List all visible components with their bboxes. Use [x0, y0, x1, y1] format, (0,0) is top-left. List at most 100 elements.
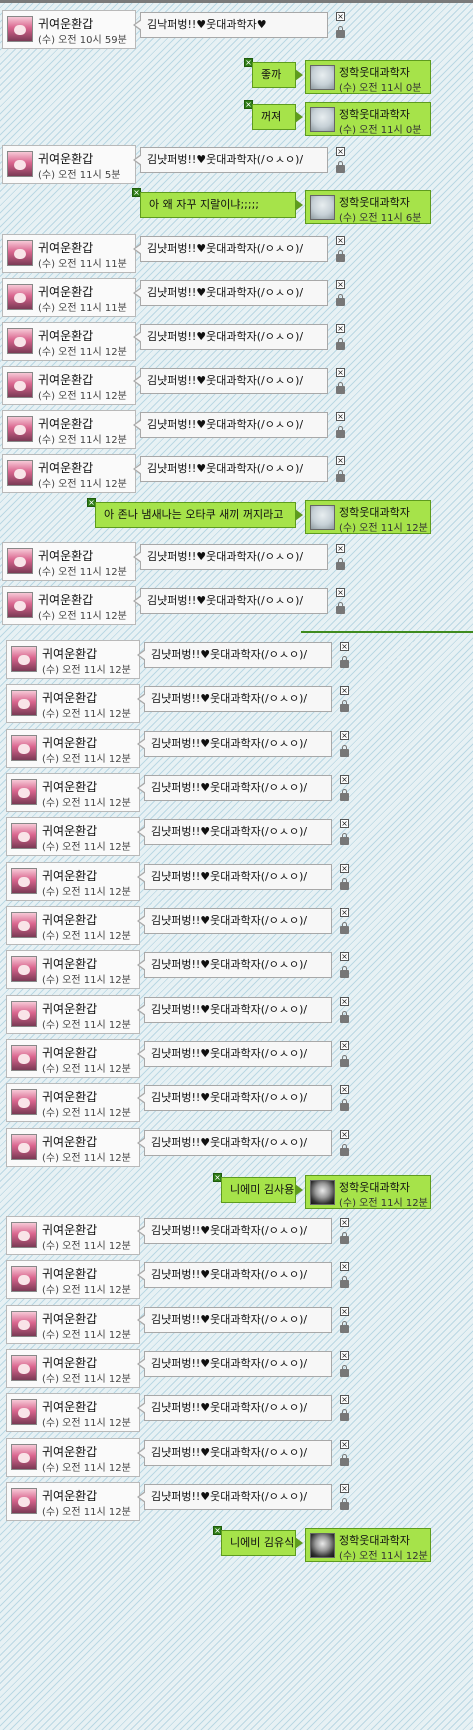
- message-time: (수) 오전 11시 12분: [42, 665, 131, 676]
- profile-name: 귀여운환갑: [42, 691, 98, 705]
- profile-name: 귀여운환갑: [42, 957, 98, 971]
- close-icon[interactable]: ×: [340, 1307, 349, 1316]
- close-icon[interactable]: ×: [340, 864, 349, 873]
- lock-icon: [340, 1011, 349, 1023]
- profile-card[interactable]: 귀여운환갑 (수) 오전 11시 12분: [6, 862, 140, 901]
- profile-card[interactable]: 귀여운환갑 (수) 오전 11시 12분: [2, 542, 136, 581]
- close-icon[interactable]: ×: [340, 1218, 349, 1227]
- close-icon[interactable]: ×: [340, 997, 349, 1006]
- message-time: (수) 오전 11시 12분: [42, 975, 131, 986]
- close-icon[interactable]: ×: [336, 588, 345, 597]
- message-bubble: 김냣퍼벙!!♥웃대과학자(/ㅇㅅㅇ)/: [137, 1307, 332, 1333]
- lock-icon: [336, 294, 345, 306]
- close-icon[interactable]: ×: [340, 952, 349, 961]
- avatar: [11, 956, 37, 982]
- lock-icon: [340, 745, 349, 757]
- message-time: (수) 오전 11시 12분: [42, 931, 131, 942]
- profile-name: 귀여운환갑: [38, 152, 94, 166]
- close-icon[interactable]: ×: [336, 324, 345, 333]
- profile-name: 귀여운환갑: [42, 1267, 98, 1281]
- profile-card[interactable]: 귀여운환갑 (수) 오전 11시 11분: [2, 278, 136, 317]
- profile-card[interactable]: 귀여운환갑 (수) 오전 11시 12분: [6, 1216, 140, 1255]
- top-bar: [0, 0, 473, 3]
- profile-card[interactable]: 귀여운환갑 (수) 오전 11시 12분: [6, 950, 140, 989]
- close-icon[interactable]: ×: [336, 236, 345, 245]
- profile-card[interactable]: 귀여운환갑 (수) 오전 11시 12분: [2, 322, 136, 361]
- close-icon[interactable]: ×: [336, 456, 345, 465]
- profile-name: 귀여운환갑: [38, 17, 94, 31]
- close-icon[interactable]: ×: [340, 819, 349, 828]
- profile-name: 귀여운환갑: [42, 824, 98, 838]
- profile-card[interactable]: 귀여운환갑 (수) 오전 11시 12분: [6, 906, 140, 945]
- lock-icon: [340, 878, 349, 890]
- profile-card[interactable]: 귀여운환갑 (수) 오전 11시 12분: [6, 1260, 140, 1299]
- profile-card[interactable]: 귀여운환갑 (수) 오전 11시 12분: [2, 454, 136, 493]
- profile-card[interactable]: 귀여운환갑 (수) 오전 11시 12분: [2, 366, 136, 405]
- profile-card[interactable]: 귀여운환갑 (수) 오전 11시 12분: [6, 1349, 140, 1388]
- message-bubble: 김냣퍼벙!!♥웃대과학자(/ㅇㅅㅇ)/: [137, 1218, 332, 1244]
- profile-card[interactable]: 귀여운환갑 (수) 오전 11시 12분: [6, 1039, 140, 1078]
- profile-card[interactable]: 귀여운환갑 (수) 오전 11시 12분: [6, 684, 140, 723]
- message-bubble: 김냣퍼벙!!♥웃대과학자(/ㅇㅅㅇ)/: [137, 1440, 332, 1466]
- close-icon[interactable]: ×: [340, 775, 349, 784]
- profile-card[interactable]: 귀여운환갑 (수) 오전 11시 12분: [6, 1128, 140, 1167]
- profile-name: 귀여운환갑: [38, 285, 94, 299]
- my-profile-card[interactable]: 정학웃대과학자 (수) 오전 11시 6분: [305, 190, 431, 224]
- my-profile-card[interactable]: 정학웃대과학자 (수) 오전 11시 12분: [305, 1528, 431, 1562]
- close-icon[interactable]: ×: [340, 1085, 349, 1094]
- profile-card[interactable]: 귀여운환갑 (수) 오전 11시 11분: [2, 234, 136, 273]
- message-row-me: × 아 왜 자꾸 지랄이냐;;;;; 정학웃대과학자 (수) 오전 11시 6분: [0, 186, 473, 226]
- profile-name: 귀여운환갑: [42, 1356, 98, 1370]
- close-icon[interactable]: ×: [340, 1351, 349, 1360]
- profile-card[interactable]: 귀여운환갑 (수) 오전 11시 12분: [6, 1305, 140, 1344]
- message-bubble: 김냣퍼벙!!♥웃대과학자(/ㅇㅅㅇ)/: [133, 236, 328, 262]
- close-icon[interactable]: ×: [336, 412, 345, 421]
- profile-card[interactable]: 귀여운환갑 (수) 오전 11시 12분: [6, 817, 140, 856]
- profile-card[interactable]: 귀여운환갑 (수) 오전 11시 12분: [2, 410, 136, 449]
- message-time: (수) 오전 11시 12분: [42, 1374, 131, 1385]
- my-message-time: (수) 오전 11시 6분: [339, 213, 422, 224]
- close-icon[interactable]: ×: [336, 12, 345, 21]
- my-profile-card[interactable]: 정학웃대과학자 (수) 오전 11시 12분: [305, 1175, 431, 1209]
- profile-card[interactable]: 귀여운환갑 (수) 오전 11시 12분: [6, 1393, 140, 1432]
- profile-name: 귀여운환갑: [42, 913, 98, 927]
- close-icon[interactable]: ×: [340, 1262, 349, 1271]
- close-icon[interactable]: ×: [340, 1395, 349, 1404]
- close-icon[interactable]: ×: [336, 280, 345, 289]
- message-row-other: 귀여운환갑 (수) 오전 11시 12분 김냣퍼벙!!♥웃대과학자(/ㅇㅅㅇ)/ ×: [0, 322, 473, 362]
- profile-card[interactable]: 귀여운환갑 (수) 오전 11시 12분: [6, 1482, 140, 1521]
- avatar: [11, 1089, 37, 1115]
- profile-card[interactable]: 귀여운환갑 (수) 오전 11시 12분: [6, 773, 140, 812]
- my-profile-name: 정학웃대과학자: [339, 506, 410, 519]
- message-time: (수) 오전 11시 12분: [42, 1108, 131, 1119]
- close-icon[interactable]: ×: [340, 686, 349, 695]
- message-row-other: 귀여운환갑 (수) 오전 11시 12분 김냣퍼벙!!♥웃대과학자(/ㅇㅅㅇ)/ ×: [0, 1482, 473, 1522]
- profile-card[interactable]: 귀여운환갑 (수) 오전 10시 59분: [2, 10, 136, 49]
- close-icon[interactable]: ×: [340, 1484, 349, 1493]
- close-icon[interactable]: ×: [336, 544, 345, 553]
- close-icon[interactable]: ×: [336, 147, 345, 156]
- profile-name: 귀여운환갑: [42, 1046, 98, 1060]
- message-time: (수) 오전 11시 12분: [38, 479, 127, 490]
- close-icon[interactable]: ×: [340, 1041, 349, 1050]
- my-avatar: [310, 195, 335, 220]
- lock-icon: [340, 1055, 349, 1067]
- close-icon[interactable]: ×: [340, 642, 349, 651]
- my-profile-card[interactable]: 정학웃대과학자 (수) 오전 11시 12분: [305, 500, 431, 534]
- profile-card[interactable]: 귀여운환갑 (수) 오전 11시 12분: [2, 586, 136, 625]
- close-icon[interactable]: ×: [340, 731, 349, 740]
- my-profile-card[interactable]: 정학웃대과학자 (수) 오전 11시 0분: [305, 102, 431, 136]
- close-icon[interactable]: ×: [340, 1440, 349, 1449]
- profile-card[interactable]: 귀여운환갑 (수) 오전 11시 12분: [6, 640, 140, 679]
- profile-card[interactable]: 귀여운환갑 (수) 오전 11시 12분: [6, 1438, 140, 1477]
- close-icon[interactable]: ×: [340, 908, 349, 917]
- profile-card[interactable]: 귀여운환갑 (수) 오전 11시 12분: [6, 1083, 140, 1122]
- lock-icon: [340, 1099, 349, 1111]
- my-profile-card[interactable]: 정학웃대과학자 (수) 오전 11시 0분: [305, 60, 431, 94]
- lock-icon: [340, 700, 349, 712]
- profile-card[interactable]: 귀여운환갑 (수) 오전 11시 12분: [6, 729, 140, 768]
- profile-card[interactable]: 귀여운환갑 (수) 오전 11시 12분: [6, 995, 140, 1034]
- close-icon[interactable]: ×: [340, 1130, 349, 1139]
- close-icon[interactable]: ×: [336, 368, 345, 377]
- profile-card[interactable]: 귀여운환갑 (수) 오전 11시 5분: [2, 145, 136, 184]
